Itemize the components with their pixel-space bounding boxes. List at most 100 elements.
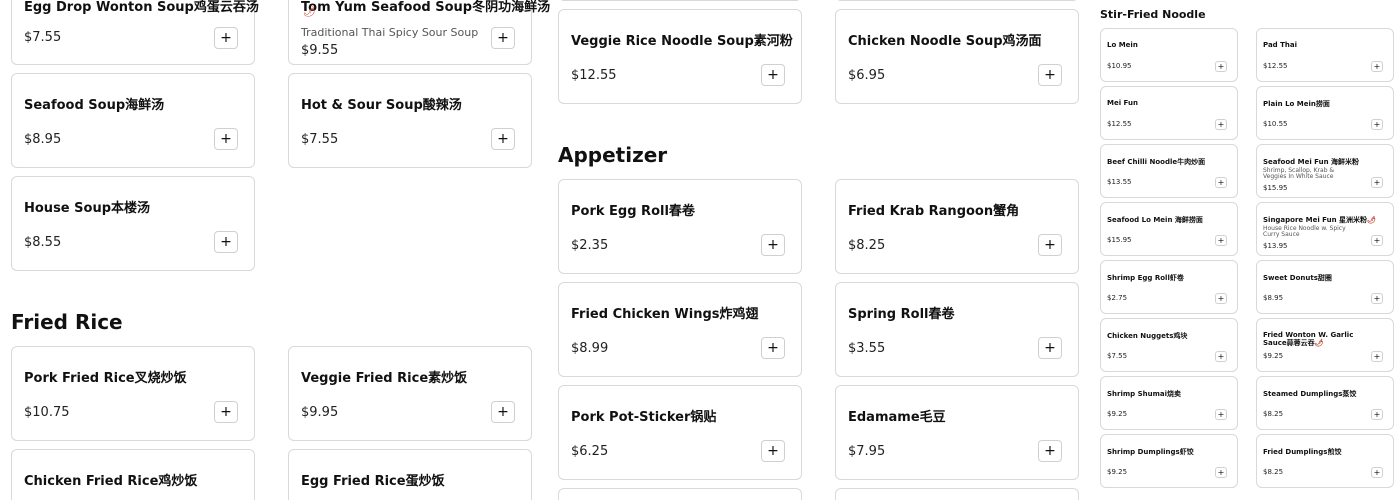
menu-card-beef-chilli-noodle[interactable]: Beef Chilli Noodle牛肉炒面 $13.55 +: [1100, 144, 1238, 198]
add-button[interactable]: +: [1371, 351, 1383, 362]
menu-card-chicken-nuggets[interactable]: Chicken Nuggets鸡块 $7.55 +: [1100, 318, 1238, 372]
chili-icon: 🌶: [1314, 339, 1324, 347]
item-description: House Rice Noodle w. Spicy Curry Sauce: [1263, 225, 1346, 238]
item-name: Veggie Rice Noodle Soup素河粉: [571, 34, 793, 49]
add-button[interactable]: +: [761, 234, 785, 256]
menu-card-partial-top-right[interactable]: [835, 0, 1079, 1]
menu-card-plain-lo-mein[interactable]: Plain Lo Mein捞面 $10.55 +: [1256, 86, 1394, 140]
item-price: $9.25: [1107, 410, 1128, 418]
item-price: $13.55: [1107, 178, 1132, 186]
add-button[interactable]: +: [1371, 409, 1383, 420]
menu-card-veggie-rice-noodle-soup[interactable]: Veggie Rice Noodle Soup素河粉 $12.55 +: [558, 9, 802, 104]
add-button[interactable]: +: [1038, 234, 1062, 256]
add-button[interactable]: +: [761, 64, 785, 86]
add-button[interactable]: +: [1371, 177, 1383, 188]
section-title-appetizer: Appetizer: [558, 143, 668, 167]
item-price: $8.55: [24, 235, 62, 250]
menu-card-partial-top-left[interactable]: [558, 0, 802, 1]
add-button[interactable]: +: [1371, 293, 1383, 304]
add-button[interactable]: +: [1215, 467, 1227, 478]
add-button[interactable]: +: [1038, 64, 1062, 86]
add-button[interactable]: +: [1215, 235, 1227, 246]
chili-icon: 🌶: [1367, 216, 1376, 224]
add-button[interactable]: +: [491, 27, 515, 49]
menu-card-chicken-noodle-soup[interactable]: Chicken Noodle Soup鸡汤面 $6.95 +: [835, 9, 1079, 104]
section-title-stir-fried-noodle: Stir-Fried Noodle: [1100, 8, 1206, 21]
item-name: Spring Roll春卷: [848, 307, 955, 322]
menu-card-seafood-lo-mein[interactable]: Seafood Lo Mein 海鲜捞面 $15.95 +: [1100, 202, 1238, 256]
add-button[interactable]: +: [1215, 61, 1227, 72]
add-button[interactable]: +: [1215, 293, 1227, 304]
menu-card-seafood-soup[interactable]: Seafood Soup海鲜汤 $8.95 +: [11, 73, 255, 168]
add-button[interactable]: +: [1371, 467, 1383, 478]
add-button[interactable]: +: [214, 401, 238, 423]
add-button[interactable]: +: [1215, 409, 1227, 420]
menu-card-shrimp-shumai[interactable]: Shrimp Shumai烧卖 $9.25 +: [1100, 376, 1238, 430]
menu-card-partial-bottom-right[interactable]: [835, 488, 1079, 500]
menu-card-partial-bottom-left[interactable]: [558, 488, 802, 500]
menu-card-lo-mein[interactable]: Lo Mein $10.95 +: [1100, 28, 1238, 82]
menu-card-shrimp-egg-roll[interactable]: Shrimp Egg Roll虾卷 $2.75 +: [1100, 260, 1238, 314]
menu-card-pork-pot-sticker[interactable]: Pork Pot-Sticker锅贴 $6.25 +: [558, 385, 802, 480]
menu-card-sweet-donuts[interactable]: Sweet Donuts甜圈 $8.95 +: [1256, 260, 1394, 314]
menu-card-mei-fun[interactable]: Mei Fun $12.55 +: [1100, 86, 1238, 140]
item-name: Chicken Noodle Soup鸡汤面: [848, 34, 1042, 49]
item-name: House Soup本楼汤: [24, 201, 151, 216]
add-button[interactable]: +: [1215, 351, 1227, 362]
menu-card-fried-wonton-garlic-sauce[interactable]: Fried Wonton W. Garlic Sauce蒜蓉云吞🌶 $9.25 …: [1256, 318, 1394, 372]
item-price: $15.95: [1263, 184, 1288, 192]
item-name: Fried Krab Rangoon蟹角: [848, 204, 1020, 219]
item-name: Singapore Mei Fun 星洲米粉🌶: [1263, 215, 1376, 225]
add-button[interactable]: +: [214, 128, 238, 150]
menu-card-steamed-dumplings[interactable]: Steamed Dumplings蒸饺 $8.25 +: [1256, 376, 1394, 430]
item-price: $8.25: [848, 238, 886, 253]
menu-card-chicken-fried-rice[interactable]: Chicken Fried Rice鸡炒饭: [11, 449, 255, 500]
menu-card-spring-roll[interactable]: Spring Roll春卷 $3.55 +: [835, 282, 1079, 377]
item-name: Egg Fried Rice蛋炒饭: [301, 474, 445, 489]
menu-card-hot-sour-soup[interactable]: Hot & Sour Soup酸辣汤 $7.55 +: [288, 73, 532, 168]
menu-card-fried-krab-rangoon[interactable]: Fried Krab Rangoon蟹角 $8.25 +: [835, 179, 1079, 274]
item-name: Plain Lo Mein捞面: [1263, 100, 1330, 108]
menu-card-pork-fried-rice[interactable]: Pork Fried Rice叉烧炒饭 $10.75 +: [11, 346, 255, 441]
item-price: $2.75: [1107, 294, 1128, 302]
item-name: Chicken Fried Rice鸡炒饭: [24, 474, 198, 489]
menu-card-singapore-mei-fun[interactable]: Singapore Mei Fun 星洲米粉🌶 House Rice Noodl…: [1256, 202, 1394, 256]
item-name: Seafood Soup海鲜汤: [24, 98, 165, 113]
add-button[interactable]: +: [1371, 61, 1383, 72]
add-button[interactable]: +: [1038, 337, 1062, 359]
add-button[interactable]: +: [1215, 177, 1227, 188]
menu-card-pork-egg-roll[interactable]: Pork Egg Roll春卷 $2.35 +: [558, 179, 802, 274]
add-button[interactable]: +: [491, 128, 515, 150]
menu-card-seafood-mei-fun[interactable]: Seafood Mei Fun 海鲜米粉 Shrimp, Scallop, Kr…: [1256, 144, 1394, 198]
add-button[interactable]: +: [214, 27, 238, 49]
item-price: $12.55: [1107, 120, 1132, 128]
menu-card-pad-thai[interactable]: Pad Thai $12.55 +: [1256, 28, 1394, 82]
add-button[interactable]: +: [1038, 440, 1062, 462]
item-name: Tom Yum Seafood Soup冬阴功海鲜汤: [301, 0, 551, 15]
menu-card-egg-drop-wonton-soup[interactable]: Egg Drop Wonton Soup鸡蛋云吞汤 $7.55 +: [11, 0, 259, 65]
menu-card-house-soup[interactable]: House Soup本楼汤 $8.55 +: [11, 176, 255, 271]
item-name: Seafood Mei Fun 海鲜米粉: [1263, 158, 1360, 166]
add-button[interactable]: +: [491, 401, 515, 423]
item-price: $7.55: [301, 132, 339, 147]
item-price: $10.95: [1107, 62, 1132, 70]
item-name: Pork Pot-Sticker锅贴: [571, 410, 717, 425]
item-name: Shrimp Shumai烧卖: [1107, 390, 1182, 398]
item-name: Pork Fried Rice叉烧炒饭: [24, 371, 187, 386]
add-button[interactable]: +: [1371, 119, 1383, 130]
add-button[interactable]: +: [1215, 119, 1227, 130]
item-price: $2.35: [571, 238, 609, 253]
menu-card-shrimp-dumplings[interactable]: Shrimp Dumplings虾饺 $9.25 +: [1100, 434, 1238, 488]
menu-card-tom-yum-seafood-soup[interactable]: Tom Yum Seafood Soup冬阴功海鲜汤 🌶 Traditional…: [288, 0, 550, 65]
menu-card-fried-chicken-wings[interactable]: Fried Chicken Wings炸鸡翅 $8.99 +: [558, 282, 802, 377]
add-button[interactable]: +: [761, 440, 785, 462]
menu-card-fried-dumplings[interactable]: Fried Dumplings煎饺 $8.25 +: [1256, 434, 1394, 488]
add-button[interactable]: +: [1371, 235, 1383, 246]
add-button[interactable]: +: [214, 231, 238, 253]
add-button[interactable]: +: [761, 337, 785, 359]
menu-card-veggie-fried-rice[interactable]: Veggie Fried Rice素炒饭 $9.95 +: [288, 346, 532, 441]
menu-card-egg-fried-rice[interactable]: Egg Fried Rice蛋炒饭: [288, 449, 532, 500]
menu-card-edamame[interactable]: Edamame毛豆 $7.95 +: [835, 385, 1079, 480]
item-price: $9.25: [1107, 468, 1128, 476]
item-description: Shrimp, Scallop, Krab & Veggies In White…: [1263, 167, 1335, 180]
